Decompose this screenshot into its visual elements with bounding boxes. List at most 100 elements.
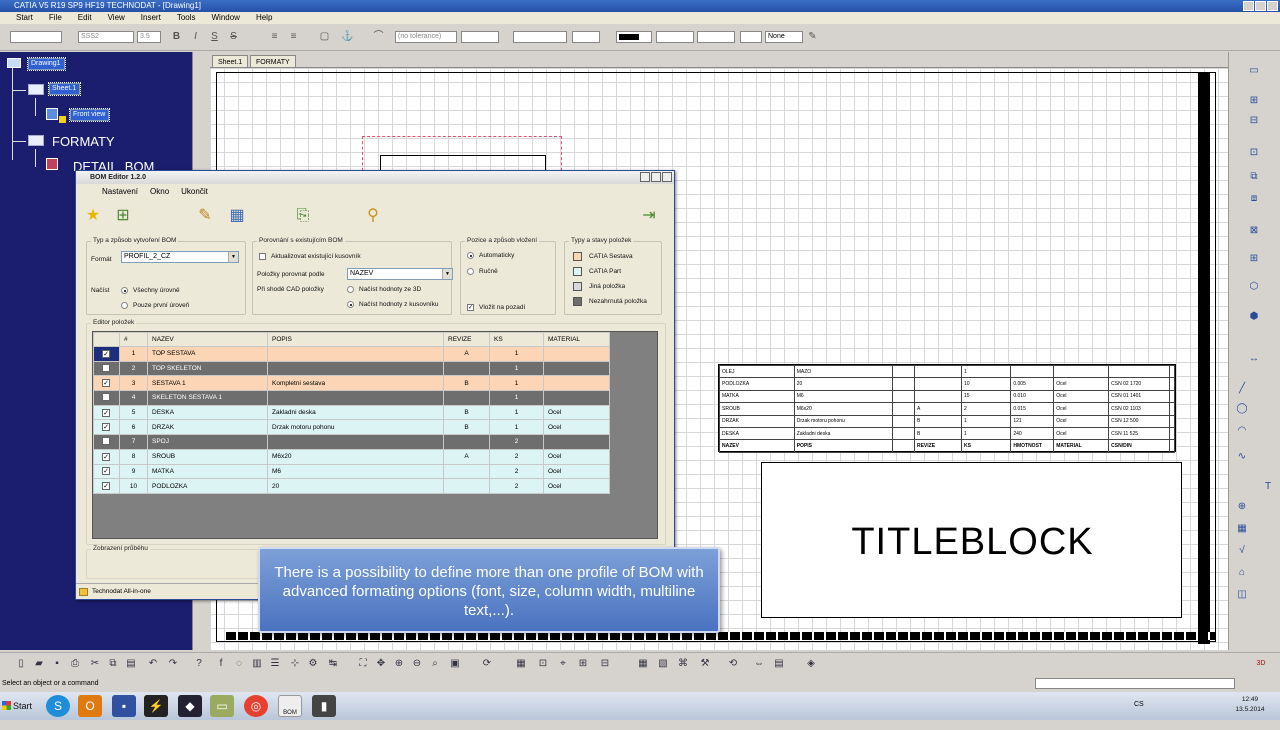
pan-icon[interactable]: ✥ — [374, 657, 388, 671]
checked-checkbox[interactable]: ✓ — [102, 482, 110, 491]
tolerance-select[interactable]: (no tolerance) — [395, 31, 457, 43]
point-select[interactable] — [740, 31, 762, 43]
menu-file[interactable]: File — [41, 12, 70, 24]
tree-item-drawing1[interactable]: Drawing1 — [27, 57, 66, 71]
cell-revize[interactable]: B — [443, 404, 490, 421]
cell-nazev[interactable]: MATKA — [147, 463, 268, 480]
col-header-ks[interactable]: KS — [489, 332, 544, 347]
zoom-out-icon[interactable]: ⊖ — [410, 657, 424, 671]
cell-ks[interactable]: 1 — [489, 390, 544, 406]
circle-icon[interactable]: ◯ — [1235, 402, 1249, 416]
checked-checkbox[interactable]: ✓ — [102, 408, 110, 417]
underline-icon[interactable]: S — [208, 30, 221, 43]
row-checkbox-cell[interactable]: ✓ — [93, 463, 120, 480]
hatch-icon[interactable]: ▧ — [656, 657, 670, 671]
line-icon[interactable]: ╱ — [1235, 382, 1249, 396]
dress-up-icon[interactable]: ⌘ — [676, 657, 690, 671]
catalog-icon[interactable]: ▥ — [250, 657, 264, 671]
cell-ks[interactable]: 1 — [489, 419, 544, 436]
cell-n[interactable]: 3 — [119, 375, 148, 392]
table-row[interactable]: ✓ 9 MATKA M6 2 Ocel — [93, 463, 610, 480]
radio-automatic[interactable] — [467, 252, 474, 259]
clipping-icon[interactable]: ⧉ — [1247, 170, 1261, 184]
frame-icon[interactable]: ▢ — [318, 30, 331, 43]
cell-ks[interactable]: 2 — [489, 463, 544, 480]
radio-values-bom[interactable] — [347, 301, 354, 308]
cell-material[interactable] — [543, 375, 610, 392]
col-header-material[interactable]: MATERIAL — [543, 332, 610, 347]
table-row[interactable]: 4 SKELETON SESTAVA 1 1 — [93, 390, 610, 406]
grid-icon[interactable]: ▦ — [514, 657, 528, 671]
insert-background-checkbox[interactable]: ✓ — [467, 304, 474, 311]
cell-popis[interactable] — [267, 434, 444, 450]
outlook-icon[interactable]: O — [78, 695, 102, 717]
cell-ks[interactable]: 1 — [489, 360, 544, 377]
cell-material[interactable]: Ocel — [543, 419, 610, 436]
snap-icon[interactable]: ⊡ — [536, 657, 550, 671]
radio-all-levels[interactable] — [121, 287, 128, 294]
row-checkbox-cell[interactable]: ✓ — [93, 346, 120, 362]
cell-nazev[interactable]: DESKA — [147, 404, 268, 421]
cell-popis[interactable] — [267, 346, 444, 362]
cell-nazev[interactable]: TOP SESTAVA — [147, 346, 268, 362]
cell-material[interactable] — [543, 434, 610, 450]
align-center-icon[interactable]: ≡ — [287, 30, 300, 43]
table-row[interactable]: ✓ 6 DRZAK Drzak motoru pohonu B 1 Ocel — [93, 419, 610, 436]
table-row[interactable]: ✓ 10 PODLOZKA 20 2 Ocel — [93, 478, 610, 494]
filter-icon[interactable]: ⊟ — [598, 657, 612, 671]
cell-material[interactable]: Ocel — [543, 404, 610, 421]
language-indicator[interactable]: CS — [1134, 701, 1144, 708]
bom-launch-icon[interactable]: ◈ — [804, 657, 818, 671]
bom-close-button[interactable] — [662, 172, 672, 182]
projection-icon[interactable]: ⊞ — [1247, 252, 1261, 266]
cell-revize[interactable] — [443, 390, 490, 406]
reaction-icon[interactable]: ↹ — [326, 657, 340, 671]
cell-nazev[interactable]: DRZAK — [147, 419, 268, 436]
style-select[interactable] — [10, 31, 62, 43]
item-editor-grid[interactable]: # NAZEV POPIS REVIZE KS MATERIAL ✓ 1 TOP S… — [92, 331, 658, 539]
whats-this-icon[interactable]: ? — [192, 657, 206, 671]
cell-ks[interactable]: 1 — [489, 404, 544, 421]
spline-icon[interactable]: ∿ — [1235, 450, 1249, 464]
zoom-in-icon[interactable]: ⊕ — [392, 657, 406, 671]
radio-first-level[interactable] — [121, 302, 128, 309]
bold-icon[interactable]: B — [170, 30, 183, 43]
tree-item-sheet1[interactable]: Sheet.1 — [47, 82, 82, 96]
close-button[interactable] — [1267, 1, 1278, 11]
cell-revize[interactable]: B — [443, 419, 490, 436]
tab-sheet1[interactable]: Sheet.1 — [212, 55, 249, 68]
cell-nazev[interactable]: PODLOZKA — [147, 478, 268, 494]
cell-revize[interactable] — [443, 434, 490, 450]
catia-app-icon[interactable]: ⚡ — [144, 695, 168, 717]
comment-icon[interactable]: ◌ — [232, 657, 246, 671]
paste-icon[interactable]: ▤ — [124, 657, 138, 671]
cell-n[interactable]: 7 — [119, 434, 148, 450]
print-icon[interactable]: ⎙ — [68, 657, 82, 671]
col-header-nazev[interactable]: NAZEV — [147, 332, 268, 347]
checked-checkbox[interactable]: ✓ — [102, 379, 110, 388]
drawing-bom-table[interactable]: OLEJ MAZO 1 PODLOZKA 20 10 0.005 Ocel CSN 02 172… — [718, 364, 1176, 453]
maximize-button[interactable] — [1255, 1, 1266, 11]
cell-revize[interactable]: A — [443, 448, 490, 465]
cell-popis[interactable] — [267, 360, 444, 377]
macro-icon[interactable]: ⚙ — [306, 657, 320, 671]
dimension-icon[interactable]: ↔ — [1247, 352, 1261, 366]
cell-n[interactable]: 2 — [119, 360, 148, 377]
col-header-revize[interactable]: REVIZE — [443, 332, 490, 347]
floppy-icon[interactable]: ▪ — [112, 695, 136, 717]
text-icon[interactable]: T — [1261, 480, 1275, 494]
formula-icon[interactable]: f — [214, 657, 228, 671]
bom-maximize-button[interactable] — [651, 172, 661, 182]
radio-manual[interactable] — [467, 268, 474, 275]
unchecked-checkbox[interactable] — [102, 436, 110, 445]
format-select[interactable]: PROFIL_2_CZ ▼ — [121, 251, 239, 263]
cell-n[interactable]: 6 — [119, 419, 148, 436]
sheet-grid-icon[interactable]: ▦ — [636, 657, 650, 671]
table-row[interactable]: ✓ 1 TOP SESTAVA A 1 — [93, 346, 610, 362]
menu-window[interactable]: Window — [204, 12, 248, 24]
zoom-area-icon[interactable]: ⌕ — [428, 657, 442, 671]
table-bom-icon[interactable]: ▦ — [226, 206, 248, 226]
dimension-format-select[interactable] — [572, 31, 600, 43]
power-input-field[interactable] — [1035, 678, 1235, 689]
font-name-select[interactable]: SSS2 — [78, 31, 134, 43]
